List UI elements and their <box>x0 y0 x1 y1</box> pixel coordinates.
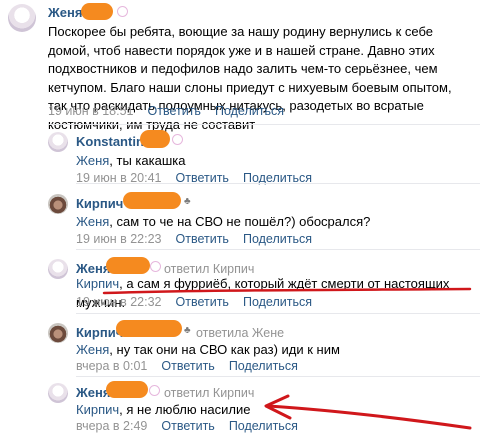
comment-meta: вчера в 0:01 Ответить Поделиться <box>76 359 312 373</box>
redaction-mark <box>123 192 181 209</box>
avatar[interactable] <box>48 194 68 214</box>
redaction-mark <box>81 3 113 20</box>
reply-to-label[interactable]: ответила Жене <box>196 326 284 340</box>
divider <box>76 183 480 184</box>
reply-button[interactable]: Ответить <box>161 359 214 373</box>
avatar[interactable] <box>48 383 68 403</box>
badge-icon: ♣ <box>184 196 191 207</box>
comment-2: Konstantin Женя, ты какашка 19 июн в 20:… <box>0 126 480 185</box>
redaction-mark <box>140 130 170 148</box>
redaction-mark <box>116 320 182 337</box>
divider <box>76 376 480 377</box>
avatar[interactable] <box>48 132 68 152</box>
badge-icon: ♣ <box>184 325 191 336</box>
addressee-link[interactable]: Кирпич <box>76 402 119 417</box>
comment-meta: 19 июн в 22:23 Ответить Поделиться <box>76 232 326 246</box>
comment-meta: вчера в 2:49 Ответить Поделиться <box>76 419 312 433</box>
author-name[interactable]: Женя <box>48 5 82 20</box>
avatar[interactable] <box>48 259 68 279</box>
comment-6: Женя ответил Кирпич Кирпич, я не люблю н… <box>0 378 480 434</box>
author-name[interactable]: Кирпич <box>76 196 123 211</box>
share-button[interactable]: Поделиться <box>243 232 312 246</box>
addressee-link[interactable]: Кирпич <box>76 276 119 291</box>
comment-1: Женя Поскорее бы ребята, воющие за нашу … <box>0 0 480 132</box>
heart-icon <box>172 134 183 145</box>
share-button[interactable]: Поделиться <box>229 419 298 433</box>
comment-text: Женя, ты какашка <box>76 153 186 168</box>
comment-date[interactable]: 19 июн в 22:23 <box>76 232 162 246</box>
reply-to-label[interactable]: ответил Кирпич <box>164 386 254 400</box>
heart-icon <box>150 261 161 272</box>
heart-icon <box>117 6 128 17</box>
author-name[interactable]: Konstantin <box>76 134 144 149</box>
comment-5: Кирпич ♣ ответила Жене Женя, ну так они … <box>0 318 480 376</box>
avatar[interactable] <box>48 323 68 343</box>
redaction-mark <box>106 381 148 398</box>
divider <box>48 124 480 125</box>
avatar[interactable] <box>8 4 36 32</box>
heart-icon <box>149 385 160 396</box>
divider <box>76 313 480 314</box>
addressee-link[interactable]: Женя <box>76 153 109 168</box>
redaction-mark <box>106 257 150 274</box>
reply-button[interactable]: Ответить <box>176 232 229 246</box>
reply-button[interactable]: Ответить <box>176 295 229 309</box>
comment-date[interactable]: вчера в 0:01 <box>76 359 147 373</box>
comment-text: Кирпич, я не люблю насилие <box>76 402 251 417</box>
comment-date[interactable]: 19 июн в 22:32 <box>76 295 162 309</box>
comment-meta: 19 июн в 22:32 Ответить Поделиться <box>76 295 326 309</box>
addressee-link[interactable]: Женя <box>76 214 109 229</box>
comment-4: Женя ответил Кирпич Кирпич, а сам я фурр… <box>0 253 480 313</box>
addressee-link[interactable]: Женя <box>76 342 109 357</box>
share-button[interactable]: Поделиться <box>215 104 284 118</box>
reply-button[interactable]: Ответить <box>161 419 214 433</box>
reply-button[interactable]: Ответить <box>148 104 201 118</box>
share-button[interactable]: Поделиться <box>229 359 298 373</box>
comment-date[interactable]: 19 июн в 18:51 <box>48 104 134 118</box>
comment-date[interactable]: вчера в 2:49 <box>76 419 147 433</box>
comment-text: Женя, ну так они на СВО как раз) иди к н… <box>76 342 340 357</box>
comment-text: Женя, сам то че на СВО не пошёл?) обосра… <box>76 214 371 229</box>
comment-3: Кирпич ♣ Женя, сам то че на СВО не пошёл… <box>0 189 480 249</box>
comment-meta: 19 июн в 18:51 Ответить Поделиться <box>48 104 298 118</box>
reply-to-label[interactable]: ответил Кирпич <box>164 262 254 276</box>
divider <box>76 249 480 250</box>
share-button[interactable]: Поделиться <box>243 295 312 309</box>
